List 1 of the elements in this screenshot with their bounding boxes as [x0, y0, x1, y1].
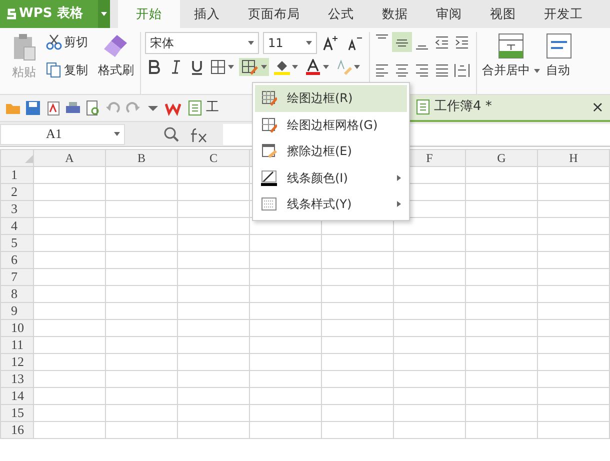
app-title-text: WPS 表格	[19, 5, 83, 24]
